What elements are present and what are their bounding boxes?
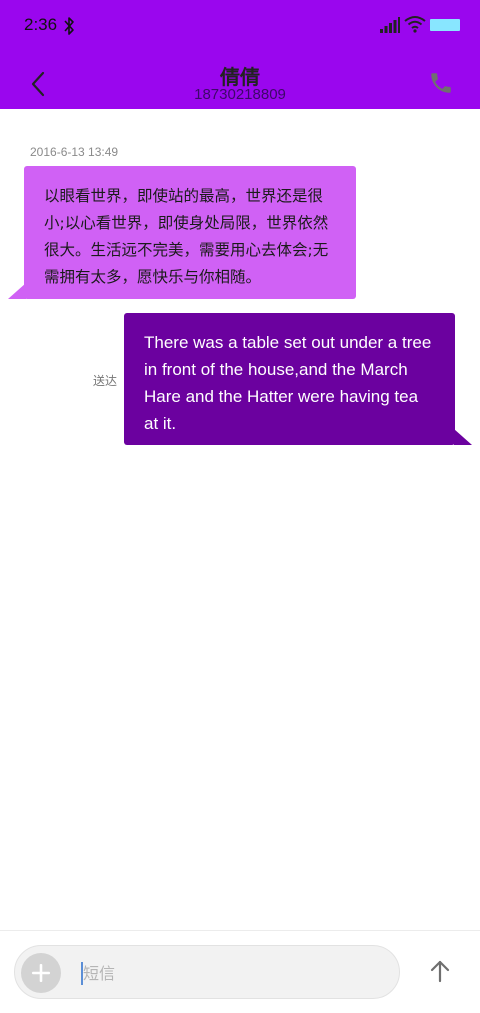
arrow-up-icon [430, 960, 450, 983]
composer-divider [0, 930, 480, 931]
status-bar: 2:36 [0, 0, 480, 52]
text-caret [81, 962, 83, 985]
conversation-header: 倩倩 18730218809 [0, 52, 480, 109]
outgoing-message-bubble[interactable]: There was a table set out under a tree i… [124, 313, 455, 445]
call-button[interactable] [426, 68, 456, 98]
phone-icon [431, 73, 451, 93]
add-attachment-button[interactable] [21, 953, 61, 993]
status-time: 2:36 [24, 15, 58, 34]
delivery-status: 送达 [93, 374, 118, 388]
message-input[interactable] [79, 956, 373, 990]
outgoing-bubble-tail [454, 429, 472, 445]
plus-icon [32, 964, 50, 982]
battery-icon [430, 19, 460, 31]
incoming-bubble-tail [8, 283, 26, 299]
wifi-icon [404, 16, 426, 33]
message-timestamp: 2016-6-13 13:49 [30, 145, 119, 159]
send-button[interactable] [424, 955, 456, 987]
contact-number: 18730218809 [194, 86, 286, 103]
composer [14, 945, 400, 999]
signal-icon [380, 17, 400, 33]
bluetooth-icon [64, 17, 74, 35]
incoming-message-bubble[interactable]: 以眼看世界，即使站的最高，世界还是很小;以心看世界，即使身处局限，世界依然很大。… [24, 166, 356, 299]
